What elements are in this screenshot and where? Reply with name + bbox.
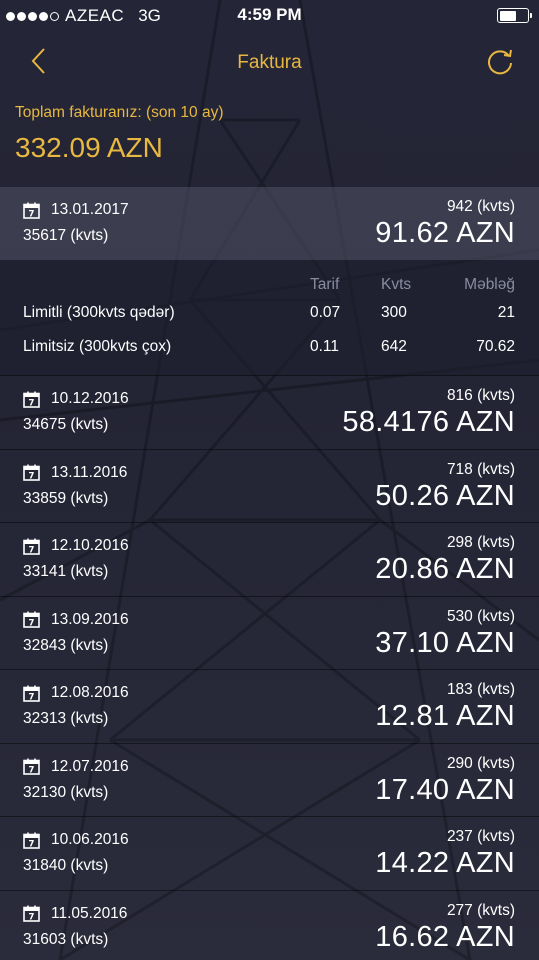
status-bar: AZEAC 3G 4:59 PM xyxy=(0,0,539,32)
invoice-date: 11.05.2016 xyxy=(51,904,128,922)
invoice-list: 7 10.12.2016 34675 (kvts) 816 (kvts) 58.… xyxy=(0,376,539,960)
invoice-row[interactable]: 7 12.10.2016 33141 (kvts) 298 (kvts) 20.… xyxy=(0,523,539,597)
tariff-detail-table: Tarif Kvts Məbləğ Limitli (300kvts qədər… xyxy=(0,260,539,376)
nav-bar: Faktura xyxy=(0,32,539,90)
invoice-row[interactable]: 7 11.05.2016 31603 (kvts) 277 (kvts) 16.… xyxy=(0,891,539,960)
calendar-icon: 7 xyxy=(23,391,40,408)
invoice-consumption: 530 (kvts) xyxy=(446,607,515,625)
invoice-amount: 20.86 AZN xyxy=(375,553,515,585)
tariff-row-name: Limitsiz (300kvts çox) xyxy=(23,338,172,355)
tariff-row-tarif: 0.11 xyxy=(310,338,340,355)
calendar-icon: 7 xyxy=(23,611,40,628)
column-header-kvts: Kvts xyxy=(381,276,412,293)
invoice-date: 12.07.2016 xyxy=(51,757,129,775)
invoice-row[interactable]: 7 10.06.2016 31840 (kvts) 237 (kvts) 14.… xyxy=(0,817,539,891)
invoice-meter-reading: 34675 (kvts) xyxy=(23,416,109,433)
invoice-consumption: 277 (kvts) xyxy=(446,901,515,919)
column-header-mebleg: Məbləğ xyxy=(464,276,515,293)
invoice-meter-reading: 32843 (kvts) xyxy=(23,636,109,654)
invoice-consumption: 237 (kvts) xyxy=(446,828,515,845)
invoice-meter-reading: 35617 (kvts) xyxy=(23,227,109,244)
battery-icon xyxy=(497,8,532,23)
invoice-meter-reading: 31840 (kvts) xyxy=(23,857,109,874)
calendar-icon: 7 xyxy=(23,464,40,481)
invoice-amount: 91.62 AZN xyxy=(375,217,515,249)
invoice-amount: 12.81 AZN xyxy=(375,700,515,732)
invoice-consumption: 718 (kvts) xyxy=(446,460,515,478)
calendar-icon: 7 xyxy=(23,905,40,922)
svg-text:7: 7 xyxy=(29,618,35,628)
invoice-consumption: 816 (kvts) xyxy=(446,387,515,404)
invoice-row[interactable]: 7 12.08.2016 32313 (kvts) 183 (kvts) 12.… xyxy=(0,670,539,744)
total-value: 332.09 AZN xyxy=(15,132,163,163)
invoice-date: 13.09.2016 xyxy=(51,610,129,628)
calendar-icon: 7 xyxy=(23,832,40,849)
invoice-row-expanded[interactable]: 7 13.01.2017 35617 (kvts) 942 (kvts) 91.… xyxy=(0,187,539,260)
page-title: Faktura xyxy=(237,52,302,73)
svg-text:7: 7 xyxy=(29,209,35,219)
invoice-consumption: 298 (kvts) xyxy=(446,534,515,551)
svg-text:7: 7 xyxy=(29,471,35,481)
invoice-meter-reading: 32130 (kvts) xyxy=(23,783,109,801)
svg-text:7: 7 xyxy=(29,912,35,922)
invoice-amount: 58.4176 AZN xyxy=(342,406,515,438)
invoice-date: 10.12.2016 xyxy=(51,390,129,407)
tariff-row-kvts: 300 xyxy=(381,304,407,321)
svg-text:7: 7 xyxy=(29,692,35,702)
invoice-amount: 14.22 AZN xyxy=(375,847,515,879)
invoice-amount: 37.10 AZN xyxy=(375,626,515,659)
refresh-button[interactable] xyxy=(485,46,515,76)
invoice-date: 12.08.2016 xyxy=(51,684,129,701)
tariff-row-mebleg: 70.62 xyxy=(476,338,515,355)
invoice-meter-reading: 33859 (kvts) xyxy=(23,489,109,507)
status-time: 4:59 PM xyxy=(237,5,302,24)
column-header-tarif: Tarif xyxy=(310,276,340,293)
invoice-row[interactable]: 7 13.11.2016 33859 (kvts) 718 (kvts) 50.… xyxy=(0,450,539,523)
svg-text:7: 7 xyxy=(29,398,35,408)
invoice-consumption: 942 (kvts) xyxy=(446,198,515,215)
invoice-date: 10.06.2016 xyxy=(51,831,129,848)
invoice-consumption: 183 (kvts) xyxy=(446,681,515,698)
calendar-icon: 7 xyxy=(23,202,40,219)
calendar-icon: 7 xyxy=(23,685,40,702)
invoice-date: 13.01.2017 xyxy=(51,201,129,218)
tariff-row-kvts: 642 xyxy=(381,338,407,355)
svg-text:7: 7 xyxy=(29,545,35,555)
invoice-meter-reading: 32313 (kvts) xyxy=(23,710,109,727)
svg-text:7: 7 xyxy=(29,839,35,849)
invoice-amount: 50.26 AZN xyxy=(375,479,515,512)
calendar-icon: 7 xyxy=(23,758,40,775)
total-label: Toplam fakturanız: (son 10 ay) xyxy=(15,104,224,121)
invoice-row[interactable]: 7 13.09.2016 32843 (kvts) 530 (kvts) 37.… xyxy=(0,597,539,670)
invoice-date: 13.11.2016 xyxy=(51,463,128,481)
invoice-consumption: 290 (kvts) xyxy=(446,754,515,772)
invoice-amount: 16.62 AZN xyxy=(375,920,515,953)
svg-text:7: 7 xyxy=(29,765,35,775)
calendar-icon: 7 xyxy=(23,538,40,555)
invoice-amount: 17.40 AZN xyxy=(375,773,515,806)
invoice-row[interactable]: 7 10.12.2016 34675 (kvts) 816 (kvts) 58.… xyxy=(0,376,539,450)
invoice-meter-reading: 33141 (kvts) xyxy=(23,563,109,580)
invoice-date: 12.10.2016 xyxy=(51,537,129,554)
total-summary: Toplam fakturanız: (son 10 ay) 332.09 AZ… xyxy=(0,90,539,187)
refresh-icon xyxy=(488,49,512,75)
tariff-row-mebleg: 21 xyxy=(497,304,515,321)
tariff-row-tarif: 0.07 xyxy=(310,304,341,321)
tariff-row-name: Limitli (300kvts qədər) xyxy=(23,304,175,321)
invoice-row[interactable]: 7 12.07.2016 32130 (kvts) 290 (kvts) 17.… xyxy=(0,744,539,817)
invoice-meter-reading: 31603 (kvts) xyxy=(23,930,109,948)
